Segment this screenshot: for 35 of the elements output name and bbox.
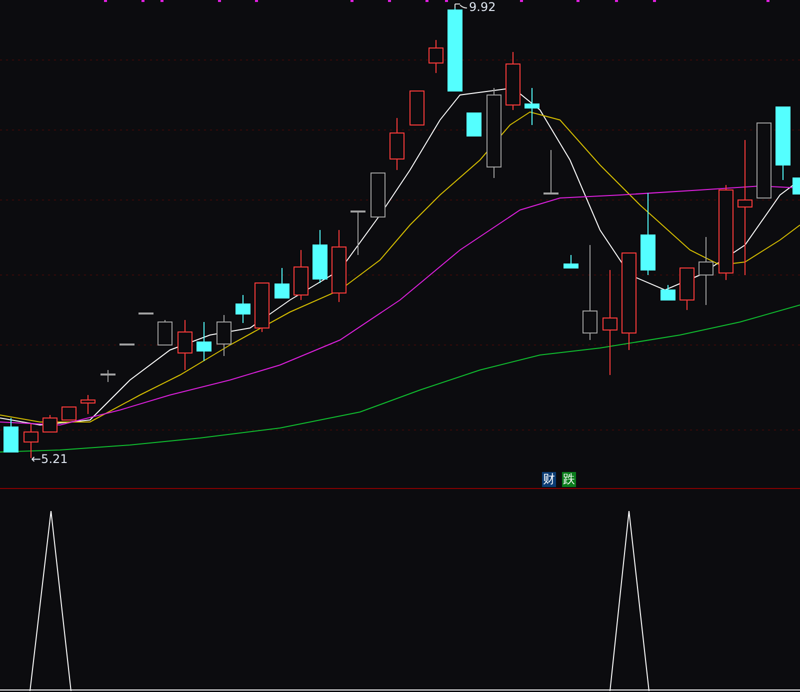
candlestick (274, 268, 290, 298)
candlestick (236, 294, 250, 324)
low-price-label: ←5.21 (31, 452, 68, 466)
candlestick (196, 322, 212, 362)
signal-badge: 跌 (562, 472, 576, 487)
candlestick (466, 112, 482, 136)
candlestick (254, 282, 270, 332)
candlestick (178, 320, 192, 370)
candlestick (506, 52, 520, 110)
candlestick (564, 254, 578, 268)
candlestick (660, 284, 676, 300)
candlestick (62, 406, 76, 420)
candlestick (80, 394, 96, 414)
candlestick (158, 320, 172, 346)
candlestick (350, 210, 366, 256)
candlestick (390, 118, 404, 170)
candlestick (4, 418, 18, 452)
candlestick (100, 370, 116, 382)
candlestick (410, 90, 424, 126)
candlestick (428, 40, 444, 74)
candlestick (138, 312, 154, 314)
signal-badge: 财 (542, 472, 556, 487)
candlestick (544, 150, 558, 194)
candlestick (792, 178, 800, 194)
candlestick (120, 344, 134, 346)
candlestick (680, 268, 694, 310)
candlestick (698, 236, 714, 306)
candlestick (42, 414, 58, 432)
candlestick (370, 172, 386, 218)
candlestick (216, 314, 232, 356)
arrow-icon (454, 4, 468, 8)
candlestick (524, 88, 540, 126)
high-price-label: 9.92 (469, 0, 496, 14)
candlestick (312, 230, 328, 284)
candlestick (294, 250, 308, 300)
